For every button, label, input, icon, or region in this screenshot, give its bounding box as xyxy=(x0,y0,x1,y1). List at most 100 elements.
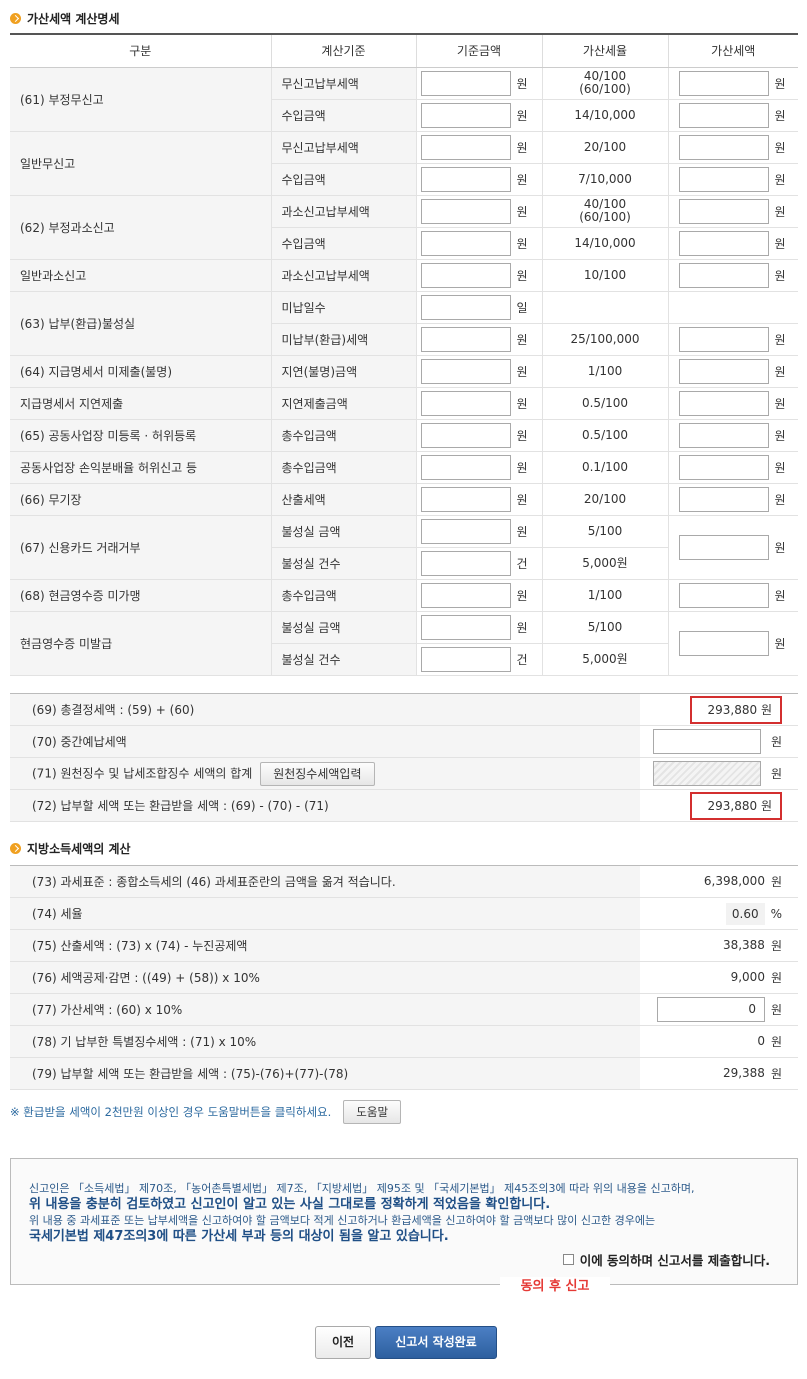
penalty-amount-input[interactable] xyxy=(678,422,769,448)
row-value: 9,000 xyxy=(730,970,765,984)
penalty-amount-input[interactable] xyxy=(678,70,769,96)
base-amount-input[interactable] xyxy=(420,326,511,352)
penalty-amount-input[interactable] xyxy=(678,454,769,480)
base-amount-input[interactable] xyxy=(420,614,511,640)
total-determined-tax: 293,880 xyxy=(707,702,758,717)
prev-button[interactable]: 이전 xyxy=(315,1326,371,1359)
base-amount-input[interactable] xyxy=(420,230,511,256)
category-label: (63) 납부(환급)불성실 xyxy=(10,291,271,356)
table-row: (77) 가산세액 : (60) x 10% 0 원 xyxy=(10,993,798,1026)
agree-checkbox-label[interactable]: 이에 동의하며 신고서를 제출합니다. xyxy=(562,1250,770,1269)
penalty-amount-input[interactable] xyxy=(678,582,769,608)
unit: 원 xyxy=(774,204,786,219)
penalty-cell: 원 xyxy=(667,515,798,580)
rate-text: 5,000원 xyxy=(582,651,628,666)
base-amount-input[interactable] xyxy=(420,358,511,384)
penalty-amount-input[interactable] xyxy=(678,486,769,512)
row-label: (76) 세액공제·감면 : ((49) + (58)) x 10% xyxy=(10,961,640,994)
base-amount-input[interactable] xyxy=(420,134,511,160)
penalty-amount-input[interactable] xyxy=(678,358,769,384)
base-amount-cell: 원 xyxy=(415,163,542,196)
table-row: 지급명세서 지연제출 지연제출금액 원 0.5/100 원 xyxy=(10,387,798,420)
interim-tax-input[interactable] xyxy=(653,729,762,754)
submit-button[interactable]: 신고서 작성완료 xyxy=(375,1326,497,1359)
unit: 원 xyxy=(516,460,528,475)
unit: 원 xyxy=(774,588,786,603)
rate-text: 7/10,000 xyxy=(578,171,632,186)
rate-cell: 5,000원 xyxy=(541,547,668,580)
rate-cell: 20/100 xyxy=(541,131,668,164)
unit: 원 xyxy=(516,428,528,443)
agree-text: 이에 동의하며 신고서를 제출합니다. xyxy=(579,1253,770,1268)
base-amount-input[interactable] xyxy=(420,294,511,320)
rate-cell: 14/10,000 xyxy=(541,227,668,260)
penalty-amount-input[interactable] xyxy=(678,326,769,352)
base-amount-input[interactable] xyxy=(420,550,511,576)
unit: 원 xyxy=(516,108,528,123)
basis-label: 총수입금액 xyxy=(270,579,416,612)
penalty-amount-input[interactable] xyxy=(678,230,769,256)
base-amount-input[interactable] xyxy=(420,454,511,480)
rate-cell: 25/100,000 xyxy=(541,323,668,356)
rate-text: 5/100 xyxy=(587,619,623,634)
penalty-amount-input[interactable] xyxy=(678,534,769,560)
penalty-amount-input[interactable] xyxy=(678,102,769,128)
row-label: (71) 원천징수 및 납세조합징수 세액의 합계 xyxy=(32,766,253,780)
notice-line-bold: 국세기본법 제47조의3에 따른 가산세 부과 등의 대상이 됨을 알고 있습니… xyxy=(29,1229,449,1244)
unit: 원 xyxy=(516,76,528,91)
base-amount-input[interactable] xyxy=(420,518,511,544)
penalty-cell: 원 xyxy=(667,99,798,132)
table-row: (78) 기 납부한 특별징수세액 : (71) x 10% 0 원 xyxy=(10,1025,798,1058)
penalty-amount-input[interactable] xyxy=(678,166,769,192)
basis-label: 지연(불명)금액 xyxy=(270,355,416,388)
category-label: 일반무신고 xyxy=(10,131,271,196)
section-title-text: 지방소득세액의 계산 xyxy=(27,841,131,856)
unit: 원 xyxy=(774,428,786,443)
agree-checkbox[interactable] xyxy=(562,1254,574,1265)
penalty-amount-input[interactable] xyxy=(678,134,769,160)
withholding-input-button[interactable]: 원천징수세액입력 xyxy=(260,761,375,786)
base-amount-cell: 원 xyxy=(415,227,542,260)
penalty-cell: 원 xyxy=(667,195,798,228)
category-label: 지급명세서 지연제출 xyxy=(10,387,271,420)
bullet-icon xyxy=(10,842,21,854)
base-amount-input[interactable] xyxy=(420,486,511,512)
agree-first-label: 동의 후 신고 xyxy=(500,1277,610,1297)
unit: 원 xyxy=(770,735,782,749)
penalty-cell: 원 xyxy=(667,259,798,292)
basis-label: 과소신고납부세액 xyxy=(270,195,416,228)
table-row: (61) 부정무신고 무신고납부세액 원 40/100 (60/100) 원 xyxy=(10,67,798,132)
base-amount-input[interactable] xyxy=(420,102,511,128)
base-amount-input[interactable] xyxy=(420,582,511,608)
rate-cell: 14/10,000 xyxy=(541,99,668,132)
unit: 원 xyxy=(770,971,782,985)
base-amount-cell: 원 xyxy=(415,195,542,228)
unit: 원 xyxy=(770,939,782,953)
unit: % xyxy=(770,907,782,921)
penalty-amount-input[interactable] xyxy=(678,390,769,416)
base-amount-input[interactable] xyxy=(420,198,511,224)
base-amount-input[interactable] xyxy=(420,646,511,672)
base-amount-input[interactable] xyxy=(420,70,511,96)
table-row: (73) 과세표준 : 종합소득세의 (46) 과세표준란의 금액을 옮겨 적습… xyxy=(10,865,798,898)
rate-text: 40/100 xyxy=(583,69,627,83)
base-amount-input[interactable] xyxy=(420,390,511,416)
table-row: (70) 중간예납세액 원 xyxy=(10,725,798,758)
base-amount-input[interactable] xyxy=(420,422,511,448)
penalty-amount-input[interactable] xyxy=(678,262,769,288)
row-value: 0 xyxy=(757,1034,765,1048)
table-row: (66) 무기장 산출세액 원 20/100 원 xyxy=(10,483,798,516)
row-value: 6,398,000 xyxy=(703,874,765,888)
row-value: 29,388 xyxy=(722,1066,765,1080)
rate-cell: 0.1/100 xyxy=(541,451,668,484)
table-row: 공동사업장 손익분배율 허위신고 등 총수입금액 원 0.1/100 원 xyxy=(10,451,798,484)
penalty-amount-input[interactable] xyxy=(678,198,769,224)
help-note: ※ 환급받을 세액이 2천만원 이상인 경우 도움말버튼을 클릭하세요. 도움말 xyxy=(10,1100,402,1124)
unit: 원 xyxy=(774,236,786,251)
base-amount-input[interactable] xyxy=(420,166,511,192)
local-penalty-input[interactable]: 0 xyxy=(656,997,765,1022)
penalty-cell: 원 xyxy=(667,611,798,676)
help-button[interactable]: 도움말 xyxy=(343,1100,402,1124)
penalty-amount-input[interactable] xyxy=(678,630,769,656)
base-amount-input[interactable] xyxy=(420,262,511,288)
